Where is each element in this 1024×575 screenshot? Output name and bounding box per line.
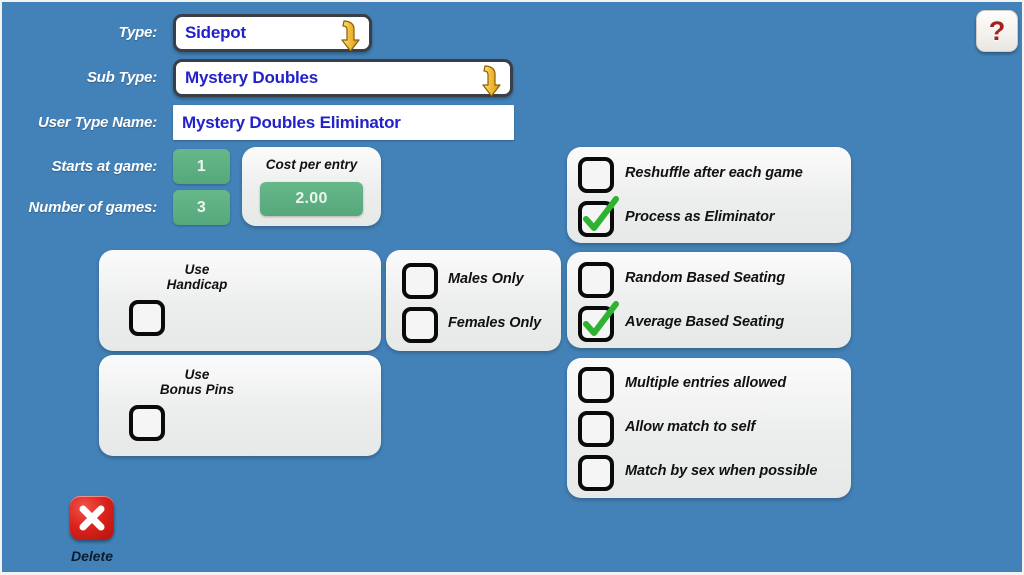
down-arrow-icon	[335, 19, 361, 53]
sidepot-settings-screen: Type: Sub Type: User Type Name: Starts a…	[0, 0, 1024, 575]
starts-at-game-label: Starts at game:	[51, 158, 158, 175]
use-handicap-checkbox[interactable]	[129, 300, 165, 336]
processing-panel: Reshuffle after each game Process as Eli…	[567, 147, 851, 243]
use-handicap-panel: Use Handicap	[99, 250, 381, 351]
use-bonus-pins-checkbox[interactable]	[129, 405, 165, 441]
reshuffle-after-each-game-label: Reshuffle after each game	[625, 165, 803, 181]
type-dropdown[interactable]: Sidepot	[173, 14, 372, 52]
starts-at-game-value[interactable]: 1	[173, 149, 230, 184]
type-label: Type:	[118, 24, 158, 41]
average-based-seating-label: Average Based Seating	[625, 314, 785, 330]
allow-match-to-self-label: Allow match to self	[625, 419, 756, 435]
females-only-checkbox[interactable]	[402, 307, 438, 343]
multiple-entries-allowed-label: Multiple entries allowed	[625, 375, 787, 391]
process-as-eliminator-label: Process as Eliminator	[625, 209, 775, 225]
males-only-checkbox[interactable]	[402, 263, 438, 299]
sub-type-value: Mystery Doubles	[185, 68, 319, 87]
close-x-icon	[79, 505, 105, 531]
cost-per-entry-panel: Cost per entry 2.00	[242, 147, 381, 226]
cost-per-entry-value[interactable]: 2.00	[260, 182, 363, 216]
gender-panel: Males Only Females Only	[386, 250, 561, 351]
random-based-seating-checkbox[interactable]	[578, 262, 614, 298]
user-type-name-label: User Type Name:	[38, 114, 157, 131]
down-arrow-icon	[476, 64, 502, 98]
number-of-games-label: Number of games:	[28, 199, 158, 216]
delete-button-label: Delete	[70, 548, 114, 564]
delete-button[interactable]	[70, 496, 114, 540]
type-value: Sidepot	[185, 23, 246, 42]
average-based-seating-checkbox[interactable]	[578, 301, 619, 342]
multiple-entries-allowed-checkbox[interactable]	[578, 367, 614, 403]
use-handicap-title: Use Handicap	[166, 262, 228, 292]
random-based-seating-label: Random Based Seating	[625, 270, 785, 286]
allow-match-to-self-checkbox[interactable]	[578, 411, 614, 447]
match-by-sex-label: Match by sex when possible	[625, 463, 818, 479]
user-type-name-input[interactable]: Mystery Doubles Eliminator	[173, 105, 514, 140]
help-button[interactable]: ?	[976, 10, 1018, 52]
process-as-eliminator-checkbox[interactable]	[578, 196, 619, 237]
females-only-label: Females Only	[448, 315, 542, 331]
matching-panel: Multiple entries allowed Allow match to …	[567, 358, 851, 498]
males-only-label: Males Only	[448, 271, 524, 287]
check-icon	[578, 196, 620, 238]
seating-panel: Random Based Seating Average Based Seati…	[567, 252, 851, 348]
cost-per-entry-title: Cost per entry	[265, 157, 358, 172]
reshuffle-after-each-game-checkbox[interactable]	[578, 157, 614, 193]
question-mark-icon: ?	[988, 15, 1006, 46]
sub-type-dropdown[interactable]: Mystery Doubles	[173, 59, 513, 97]
use-bonus-pins-panel: Use Bonus Pins	[99, 355, 381, 456]
user-type-name-value: Mystery Doubles Eliminator	[182, 112, 401, 132]
match-by-sex-checkbox[interactable]	[578, 455, 614, 491]
check-icon	[578, 301, 620, 343]
sub-type-label: Sub Type:	[86, 69, 157, 86]
number-of-games-value[interactable]: 3	[173, 190, 230, 225]
use-bonus-pins-title: Use Bonus Pins	[159, 367, 235, 397]
